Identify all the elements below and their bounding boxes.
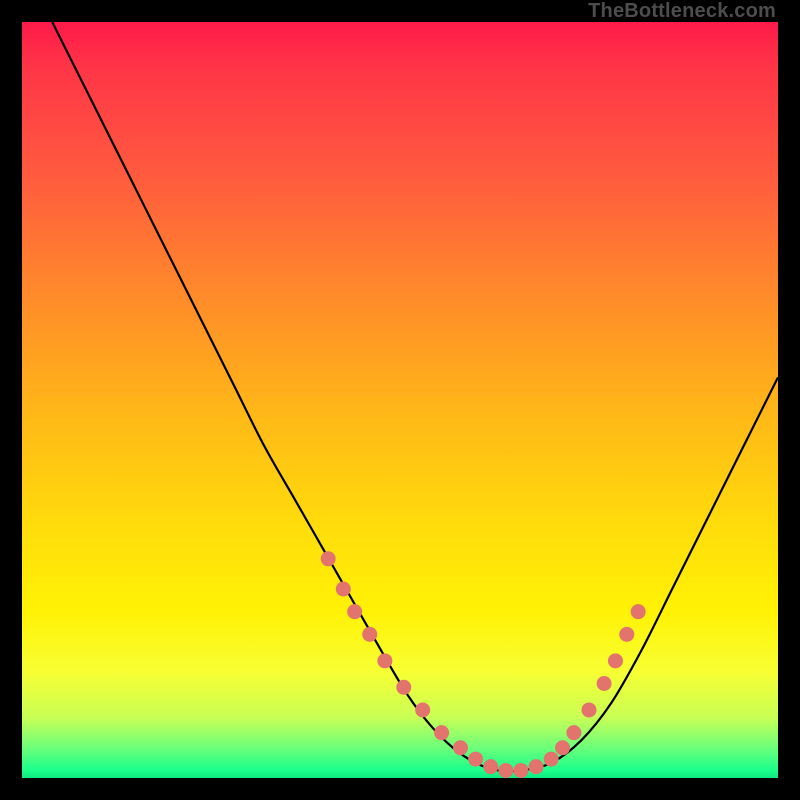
curve-marker (582, 702, 597, 717)
chart-overlay-svg (22, 22, 778, 778)
curve-marker (321, 551, 336, 566)
curve-marker (453, 740, 468, 755)
curve-marker (631, 604, 646, 619)
curve-marker (597, 676, 612, 691)
curve-marker (362, 627, 377, 642)
chart-frame (22, 22, 778, 778)
curve-marker (336, 582, 351, 597)
curve-marker (555, 740, 570, 755)
curve-marker (566, 725, 581, 740)
bottleneck-curve (52, 22, 778, 771)
curve-marker (483, 759, 498, 774)
curve-marker (468, 752, 483, 767)
curve-marker (415, 702, 430, 717)
curve-marker (347, 604, 362, 619)
curve-marker (498, 763, 513, 778)
curve-marker (434, 725, 449, 740)
curve-marker (396, 680, 411, 695)
watermark-text: TheBottleneck.com (588, 0, 776, 23)
curve-marker (608, 653, 623, 668)
curve-marker (377, 653, 392, 668)
curve-marker (513, 763, 528, 778)
curve-marker (619, 627, 634, 642)
marker-group (321, 551, 646, 778)
curve-marker (529, 759, 544, 774)
curve-marker (544, 752, 559, 767)
